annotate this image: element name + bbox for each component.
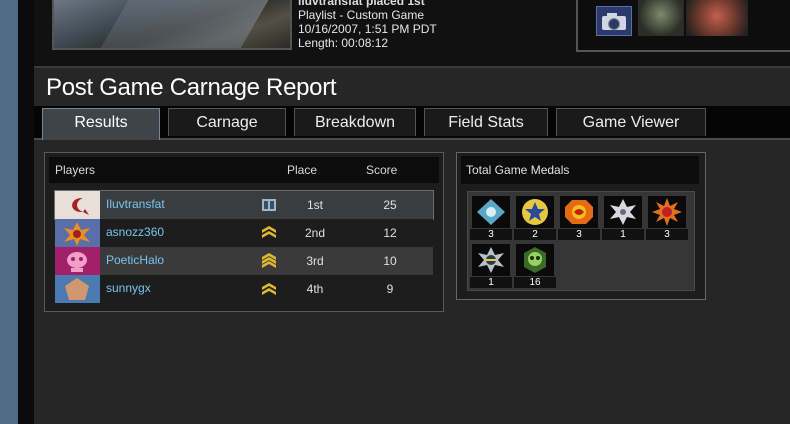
- rank-chevron-icon: [261, 253, 277, 269]
- player-row[interactable]: asnozz360 2nd 12: [55, 219, 433, 247]
- medal[interactable]: 16: [514, 242, 556, 288]
- tab-results[interactable]: Results: [42, 108, 160, 140]
- left-border: [0, 0, 18, 424]
- media-box: [576, 0, 790, 52]
- player-place: 2nd: [304, 226, 326, 240]
- player-row[interactable]: sunnygx 4th 9: [55, 275, 433, 303]
- player-emblem-icon: [55, 247, 100, 275]
- player-row[interactable]: PoeticHalo 3rd 10: [55, 247, 433, 275]
- players-table-header: Players Place Score: [49, 157, 439, 183]
- rank-chevron-icon: [261, 281, 277, 297]
- player-place: 3rd: [306, 254, 324, 268]
- skull-medal-icon: [516, 244, 554, 276]
- game-info: iluvtransfat placed 1st Playlist - Custo…: [298, 0, 437, 50]
- rank-chevron-icon: [261, 225, 277, 241]
- score-header: Score: [366, 163, 398, 177]
- medal[interactable]: 1: [470, 242, 512, 288]
- player-emblem-icon: [55, 219, 100, 247]
- medals-title: Total Game Medals: [466, 163, 570, 177]
- player-score: 12: [383, 226, 397, 240]
- orange-medal-icon: [560, 196, 598, 228]
- date-text: 10/16/2007, 1:51 PM PDT: [298, 22, 437, 36]
- left-shadow: [18, 0, 34, 424]
- map-thumbnail[interactable]: [52, 0, 292, 50]
- tab-game-viewer[interactable]: Game Viewer: [556, 108, 706, 136]
- medal-count: 3: [558, 229, 600, 240]
- result-line: iluvtransfat placed 1st: [298, 0, 425, 8]
- rank-icon: [261, 197, 277, 213]
- medal-count: 3: [470, 229, 512, 240]
- medals-panel: Total Game Medals 3 2 3 1 3 1 16: [456, 152, 706, 300]
- camera-icon[interactable]: [596, 6, 632, 36]
- medal-count: 1: [602, 229, 644, 240]
- playlist-text: Playlist - Custom Game: [298, 8, 425, 22]
- players-panel: Players Place Score Iluvtransfat 1st 25 …: [44, 152, 444, 312]
- player-score: 9: [386, 282, 394, 296]
- medal[interactable]: 3: [558, 194, 600, 240]
- player-avatar[interactable]: [686, 0, 748, 36]
- medal-count: 16: [514, 277, 556, 288]
- tab-carnage[interactable]: Carnage: [168, 108, 286, 136]
- tab-bar: Results Carnage Breakdown Field Stats Ga…: [34, 106, 790, 140]
- medals-grid: 3 2 3 1 3 1 16: [467, 191, 695, 291]
- tab-field-stats[interactable]: Field Stats: [424, 108, 548, 136]
- player-emblem-icon: [55, 275, 100, 303]
- player-name[interactable]: Iluvtransfat: [106, 197, 165, 211]
- player-place: 1st: [306, 198, 323, 212]
- player-name[interactable]: sunnygx: [106, 281, 151, 295]
- medal-count: 2: [514, 229, 556, 240]
- player-name[interactable]: PoeticHalo: [106, 253, 164, 267]
- medal-count: 1: [470, 277, 512, 288]
- medal-count: 3: [646, 229, 688, 240]
- medal[interactable]: 1: [602, 194, 644, 240]
- players-header: Players: [55, 163, 96, 177]
- medal[interactable]: 2: [514, 194, 556, 240]
- main-panel: iluvtransfat placed 1st Playlist - Custo…: [34, 0, 790, 424]
- medal[interactable]: 3: [646, 194, 688, 240]
- player-emblem-icon: [55, 191, 100, 219]
- tab-breakdown[interactable]: Breakdown: [294, 108, 416, 136]
- player-score: 10: [383, 254, 397, 268]
- burst-medal-icon: [648, 196, 686, 228]
- player-avatar[interactable]: [638, 0, 684, 36]
- white-star-medal-icon: [604, 196, 642, 228]
- player-score: 25: [383, 198, 397, 212]
- game-summary-bar: iluvtransfat placed 1st Playlist - Custo…: [34, 0, 790, 68]
- length-text: Length: 00:08:12: [298, 36, 389, 50]
- medals-header: Total Game Medals: [461, 156, 699, 184]
- place-header: Place: [287, 163, 318, 177]
- player-name[interactable]: asnozz360: [106, 225, 164, 239]
- page-title: Post Game Carnage Report: [46, 74, 337, 101]
- sun-medal-icon: [472, 244, 510, 276]
- diamond-medal-icon: [472, 196, 510, 228]
- player-row[interactable]: Iluvtransfat 1st 25: [54, 190, 434, 220]
- medal[interactable]: 3: [470, 194, 512, 240]
- player-place: 4th: [306, 282, 324, 296]
- star-medal-icon: [516, 196, 554, 228]
